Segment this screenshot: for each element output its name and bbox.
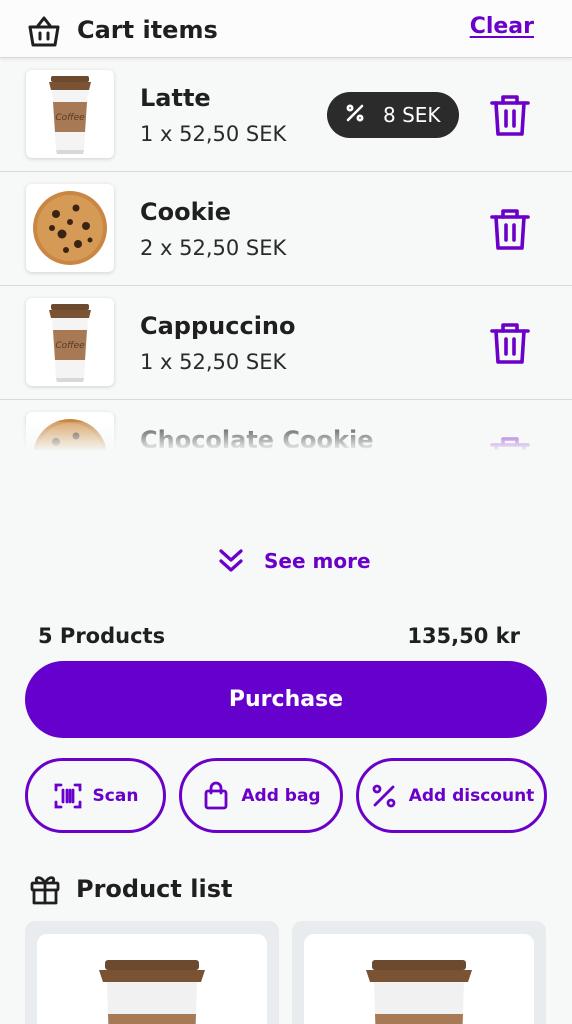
trash-icon bbox=[490, 323, 530, 364]
svg-text:Coffee: Coffee bbox=[55, 341, 85, 351]
cookie-image bbox=[26, 412, 114, 450]
product-count: 5 Products bbox=[38, 624, 166, 648]
product-image bbox=[37, 934, 267, 1024]
cart-item-price: 2 x 52,50 SEK bbox=[140, 236, 287, 260]
add-discount-button[interactable]: Add discount bbox=[356, 758, 547, 833]
scan-label: Scan bbox=[92, 785, 139, 806]
see-more-button[interactable]: See more bbox=[216, 544, 371, 578]
cart-item-price: 1 x 52,50 SEK bbox=[140, 122, 287, 146]
cart-total: 135,50 kr bbox=[407, 624, 520, 648]
double-chevron-down-icon bbox=[219, 549, 243, 572]
product-image bbox=[304, 934, 534, 1024]
shopping-bag-icon bbox=[204, 781, 228, 809]
cart-item[interactable]: Coffee Latte 1 x 52,50 SEK 8 SEK bbox=[0, 58, 572, 172]
product-list-title: Product list bbox=[76, 875, 233, 903]
basket-icon bbox=[26, 14, 62, 50]
product-list-header: Product list bbox=[28, 872, 232, 906]
delete-button[interactable] bbox=[488, 92, 532, 138]
cart-header: Cart items Clear bbox=[0, 0, 572, 58]
trash-icon bbox=[490, 437, 530, 450]
discount-amount: 8 SEK bbox=[383, 103, 441, 127]
add-discount-label: Add discount bbox=[408, 785, 535, 806]
add-bag-button[interactable]: Add bag bbox=[179, 758, 343, 833]
see-more-label: See more bbox=[264, 549, 371, 573]
delete-button[interactable] bbox=[488, 320, 532, 366]
trash-icon bbox=[490, 95, 530, 136]
svg-text:Coffee: Coffee bbox=[55, 113, 85, 123]
percent-icon bbox=[372, 784, 396, 807]
percent-icon bbox=[343, 101, 367, 130]
cart-item-name: Cappuccino bbox=[140, 312, 296, 340]
scan-button[interactable]: Scan bbox=[25, 758, 166, 833]
cart-item[interactable]: Cookie 2 x 52,50 SEK bbox=[0, 172, 572, 286]
page-title: Cart items bbox=[77, 16, 218, 44]
coffee-cup-image: Coffee bbox=[26, 70, 114, 158]
coffee-cup-image: Coffee bbox=[26, 298, 114, 386]
cart-item-price: 1 x 52,50 SEK bbox=[140, 350, 287, 374]
clear-cart-link[interactable]: Clear bbox=[470, 14, 534, 39]
trash-icon bbox=[490, 209, 530, 250]
add-bag-label: Add bag bbox=[241, 785, 321, 806]
delete-button[interactable] bbox=[488, 206, 532, 252]
barcode-scan-icon bbox=[54, 783, 81, 808]
cart-item-name: Cookie bbox=[140, 198, 232, 226]
purchase-button[interactable]: Purchase bbox=[25, 661, 547, 738]
discount-badge[interactable]: 8 SEK bbox=[327, 92, 459, 138]
cart-item-name: Chocolate Cookie bbox=[140, 426, 374, 450]
cart-item[interactable]: Chocolate Cookie bbox=[0, 400, 572, 450]
cookie-image bbox=[26, 184, 114, 272]
cart-item-name: Latte bbox=[140, 84, 211, 112]
gift-icon bbox=[30, 876, 60, 905]
delete-button[interactable] bbox=[488, 434, 532, 450]
product-card[interactable] bbox=[25, 921, 279, 1024]
cart-item-list: Coffee Latte 1 x 52,50 SEK 8 SEK Cookie … bbox=[0, 58, 572, 450]
product-card[interactable] bbox=[292, 921, 546, 1024]
cart-item[interactable]: Coffee Cappuccino 1 x 52,50 SEK bbox=[0, 286, 572, 400]
